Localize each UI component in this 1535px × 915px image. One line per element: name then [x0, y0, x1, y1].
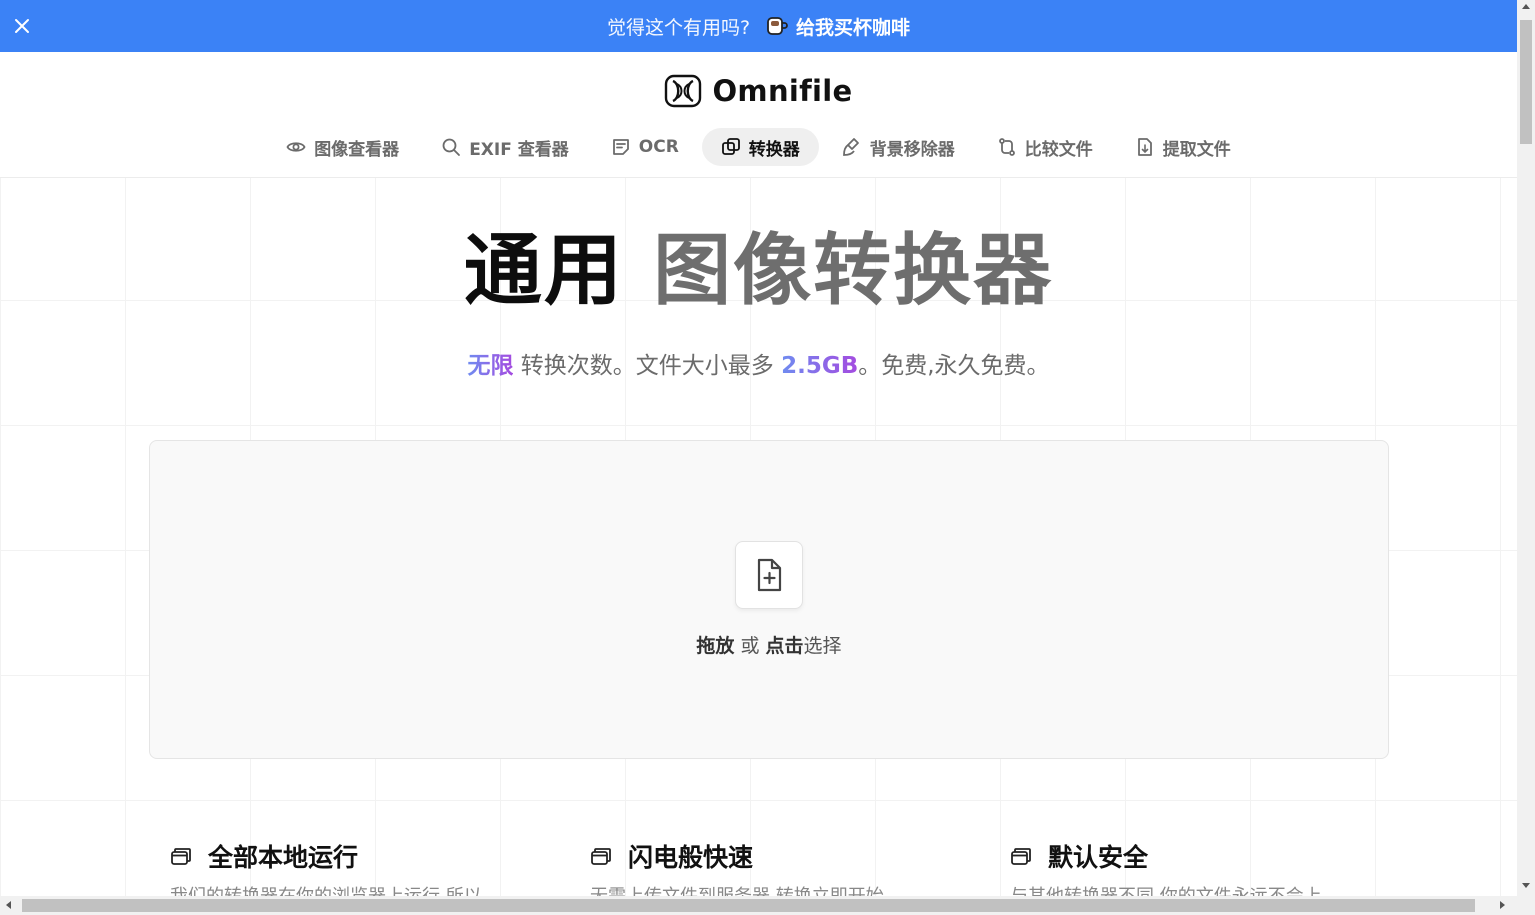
vertical-scroll-thumb[interactable]	[1520, 20, 1532, 144]
feature-desc: 我们的转换器在你的浏览器上运行,所以	[170, 882, 482, 896]
scroll-left-arrow-icon[interactable]	[6, 901, 11, 909]
omnifile-logo-icon	[665, 74, 702, 108]
file-plus-icon	[757, 558, 782, 592]
file-dropzone[interactable]: 拖放 或 点击选择	[149, 440, 1389, 759]
subtitle-text-2: 。免费,永久免费。	[858, 353, 1050, 379]
select-label: 选择	[803, 635, 842, 657]
scroll-up-arrow-icon[interactable]	[1522, 4, 1530, 9]
nav-item-background-remover[interactable]: 背景移除器	[823, 128, 974, 166]
nav-item-compare-files[interactable]: 比较文件	[978, 128, 1112, 166]
feature-desc: 与其他转换器不同,你的文件永远不会上	[1010, 882, 1322, 896]
promo-banner: 觉得这个有用吗? 给我买杯咖啡	[0, 0, 1517, 52]
nav-item-label: EXIF 查看器	[469, 139, 569, 160]
nav-item-label: 比较文件	[1024, 139, 1093, 160]
buy-coffee-label: 给我买杯咖啡	[796, 16, 911, 39]
nav-item-label: 图像查看器	[314, 139, 400, 160]
document-text-icon	[612, 139, 629, 155]
nav-item-image-viewer[interactable]: 图像查看器	[267, 128, 418, 166]
banner-text: 觉得这个有用吗?	[606, 16, 751, 39]
drag-label: 拖放	[696, 635, 735, 657]
eye-icon	[286, 142, 306, 152]
vertical-scrollbar[interactable]	[1517, 0, 1535, 896]
buy-coffee-link[interactable]: 给我买杯咖啡	[766, 13, 910, 40]
title-part2: 图像转换器	[653, 226, 1054, 316]
click-label: 点击	[765, 635, 804, 657]
compare-icon	[998, 138, 1015, 156]
nav-item-ocr[interactable]: OCR	[592, 128, 698, 166]
feature-local: 全部本地运行 我们的转换器在你的浏览器上运行,所以	[170, 838, 482, 896]
nav-item-label: 提取文件	[1162, 139, 1231, 160]
tool-nav: 图像查看器 EXIF 查看器 OCR 转换器 背景移除器 比较文件 提取文件	[0, 128, 1517, 166]
window-stack-icon	[1011, 848, 1031, 865]
main-content: Omnifile 图像查看器 EXIF 查看器 OCR 转换器 背景移除器 比较…	[0, 52, 1517, 896]
nav-item-label: OCR	[638, 137, 679, 157]
feature-secure: 默认安全 与其他转换器不同,你的文件永远不会上	[1010, 838, 1322, 896]
hero-subtitle: 无限 转换次数。文件大小最多 2.5GB。免费,永久免费。	[0, 346, 1517, 380]
feature-title: 闪电般快速	[628, 843, 754, 872]
unlimited-highlight: 无限	[467, 353, 514, 379]
upload-file-button[interactable]	[735, 541, 803, 609]
nav-item-exif-viewer[interactable]: EXIF 查看器	[422, 128, 588, 166]
nav-item-label: 背景移除器	[869, 139, 955, 160]
window-stack-icon	[591, 848, 611, 865]
size-highlight: 2.5GB	[781, 353, 859, 379]
brush-icon	[842, 138, 859, 156]
nav-item-converter[interactable]: 转换器	[701, 128, 819, 166]
site-header: Omnifile 图像查看器 EXIF 查看器 OCR 转换器 背景移除器 比较…	[0, 52, 1517, 178]
page-title: 通用 图像转换器	[0, 226, 1517, 316]
scroll-down-arrow-icon[interactable]	[1522, 883, 1530, 888]
search-icon	[442, 138, 461, 156]
horizontal-scrollbar[interactable]	[0, 896, 1535, 915]
feature-desc: 无需上传文件到服务器,转换立即开始	[590, 882, 884, 896]
feature-title: 默认安全	[1048, 843, 1149, 872]
close-icon	[15, 19, 29, 33]
coffee-cup-icon	[767, 17, 788, 35]
subtitle-text-1: 转换次数。文件大小最多	[513, 353, 782, 379]
scroll-right-arrow-icon[interactable]	[1500, 901, 1505, 909]
feature-title: 全部本地运行	[208, 843, 359, 872]
window-stack-icon	[171, 848, 191, 865]
hero: 通用 图像转换器 无限 转换次数。文件大小最多 2.5GB。免费,永久免费。	[0, 226, 1517, 380]
brand-name: Omnifile	[712, 74, 853, 108]
feature-fast: 闪电般快速 无需上传文件到服务器,转换立即开始	[590, 838, 884, 896]
brand[interactable]: Omnifile	[0, 72, 1517, 110]
dropzone-hint: 拖放 或 点击选择	[150, 631, 1388, 658]
file-extract-icon	[1137, 138, 1152, 156]
convert-icon	[721, 138, 740, 155]
close-banner-button[interactable]	[8, 12, 36, 40]
nav-item-label: 转换器	[748, 139, 800, 160]
horizontal-scroll-thumb[interactable]	[22, 899, 1475, 912]
title-part1: 通用	[463, 226, 624, 316]
nav-item-extract-files[interactable]: 提取文件	[1116, 128, 1250, 166]
or-label: 或	[734, 635, 766, 657]
